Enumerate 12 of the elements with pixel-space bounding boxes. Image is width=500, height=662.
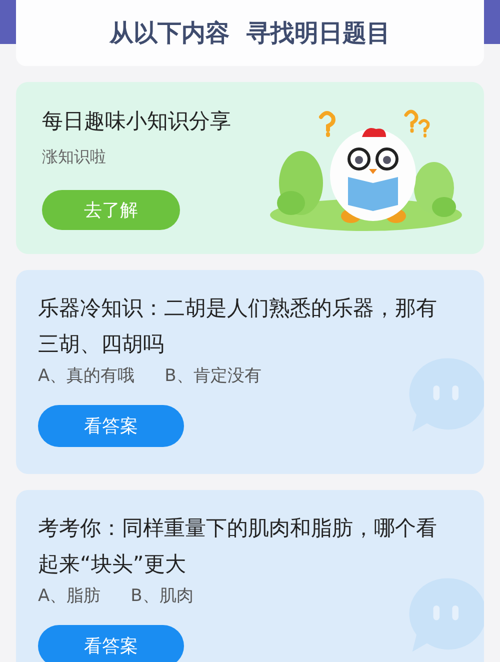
- view-answer-button[interactable]: 看答案: [38, 625, 184, 662]
- learn-more-button[interactable]: 去了解: [42, 190, 180, 230]
- question-text: 考考你：同样重量下的肌肉和脂肪，哪个看起来“块头”更大: [38, 515, 438, 578]
- answer-option: A、真的有哦: [38, 364, 135, 387]
- answer-option: B、肌肉: [130, 584, 194, 607]
- answer-option: B、肯定没有: [164, 364, 262, 387]
- header-title: 从以下内容 寻找明日题目: [110, 18, 390, 49]
- promo-title: 每日趣味小知识分享: [42, 108, 231, 134]
- answer-option: A、脂肪: [38, 584, 101, 607]
- question-text: 乐器冷知识：二胡是人们熟悉的乐器，那有三胡、四胡吗: [38, 295, 438, 358]
- promo-subtitle: 涨知识啦: [42, 146, 107, 168]
- view-answer-button[interactable]: 看答案: [38, 405, 184, 447]
